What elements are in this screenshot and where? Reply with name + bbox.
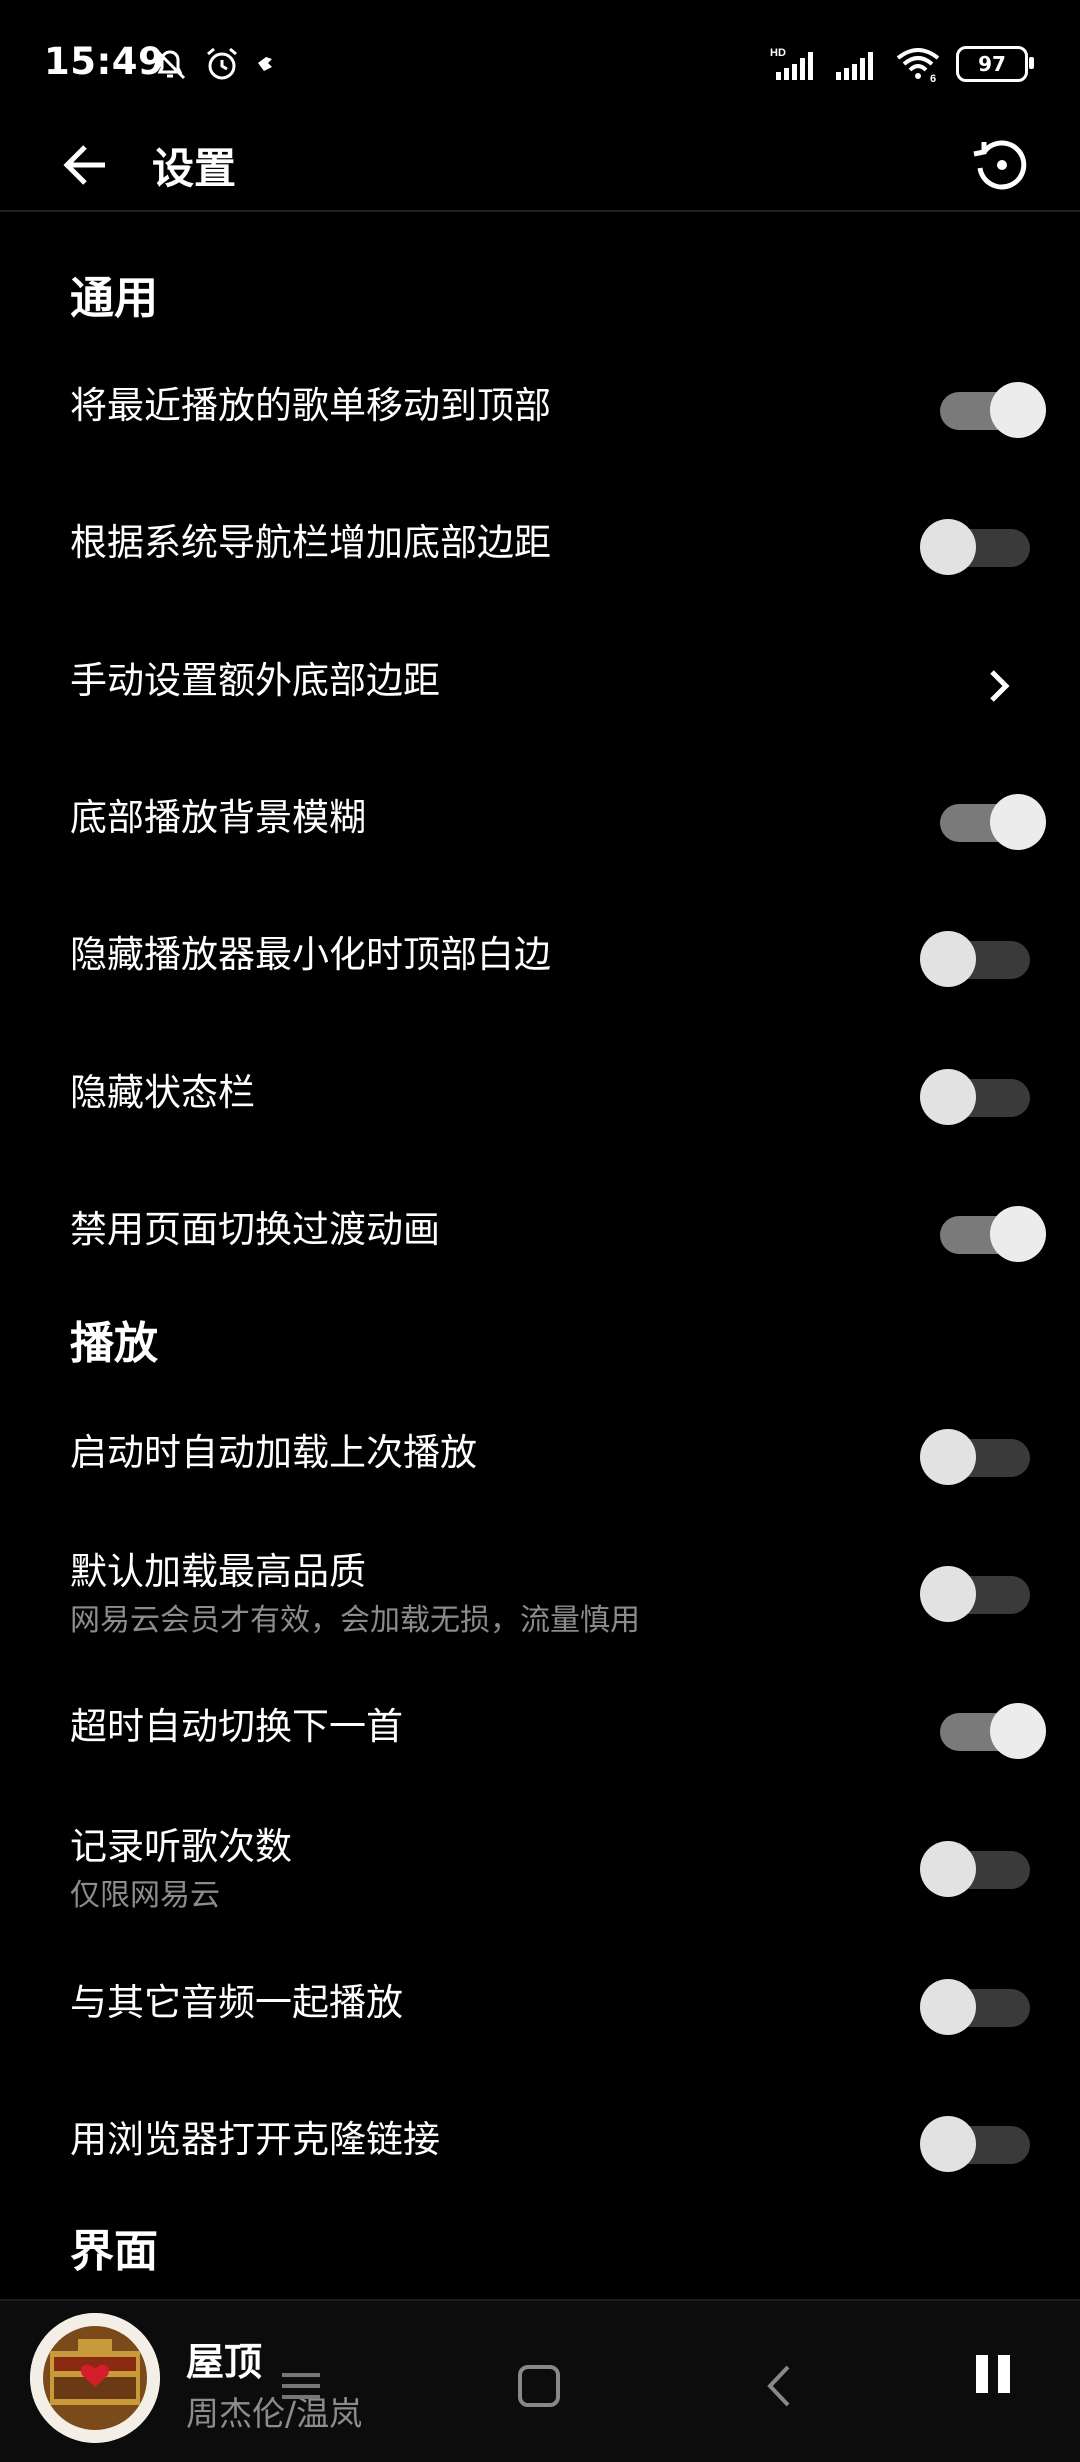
toggle-switch[interactable] [920, 2116, 1030, 2172]
setting-label: 超时自动切换下一首 [70, 1705, 403, 1748]
switch-thumb [920, 2116, 976, 2172]
switch-thumb [990, 794, 1046, 850]
toggle-switch[interactable] [940, 794, 1046, 850]
home-icon[interactable] [514, 2361, 564, 2411]
settings-list[interactable]: 通用 将最近播放的歌单移动到顶部 根据系统导航栏增加底部边距 手动设置额外底部边… [0, 212, 1080, 2299]
switch-thumb [990, 1703, 1046, 1759]
back-icon[interactable] [756, 2361, 806, 2411]
page-title: 设置 [152, 144, 237, 193]
toggle-switch[interactable] [920, 1069, 1030, 1125]
album-art-graphic [30, 2313, 160, 2443]
setting-sublabel: 仅限网易云 [70, 1878, 220, 1913]
section-title-general: 通用 [70, 273, 158, 324]
toggle-switch[interactable] [920, 1429, 1030, 1485]
toggle-switch[interactable] [920, 1979, 1030, 2035]
setting-row[interactable]: 记录听歌次数 仅限网易云 [0, 1794, 1080, 1934]
pause-button[interactable] [958, 2339, 1028, 2409]
toggle-switch[interactable] [920, 1841, 1030, 1897]
setting-sublabel: 网易云会员才有效，会加载无损，流量慎用 [70, 1603, 640, 1638]
setting-label: 隐藏播放器最小化时顶部白边 [70, 933, 551, 976]
toggle-switch[interactable] [940, 1703, 1046, 1759]
setting-row[interactable]: 隐藏状态栏 [0, 1022, 1080, 1142]
switch-thumb [920, 1069, 976, 1125]
mute-bell-icon [154, 48, 186, 80]
setting-row[interactable]: 将最近播放的歌单移动到顶部 [0, 335, 1080, 455]
battery-icon: 97 [956, 46, 1034, 82]
setting-row[interactable]: 用浏览器打开克隆链接 [0, 2069, 1080, 2189]
restore-button[interactable] [964, 128, 1038, 202]
setting-label: 将最近播放的歌单移动到顶部 [70, 384, 551, 427]
toggle-switch[interactable] [920, 519, 1030, 575]
setting-label: 记录听歌次数 [70, 1825, 292, 1868]
toggle-switch[interactable] [920, 931, 1030, 987]
status-icons-right: HD 6 97 [770, 44, 1034, 84]
switch-thumb [990, 1206, 1046, 1262]
pause-icon [976, 2355, 1010, 2393]
signal-icon [836, 52, 873, 80]
song-artist: 周杰伦/温岚 [186, 2394, 363, 2433]
switch-thumb [920, 931, 976, 987]
toggle-switch[interactable] [940, 1206, 1046, 1262]
setting-label: 底部播放背景模糊 [70, 796, 366, 839]
switch-thumb [990, 382, 1046, 438]
chevron-right-icon [990, 670, 1010, 702]
setting-row[interactable]: 隐藏播放器最小化时顶部白边 [0, 884, 1080, 1004]
setting-row[interactable]: 底部播放背景模糊 [0, 747, 1080, 867]
setting-label: 与其它音频一起播放 [70, 1981, 403, 2024]
setting-label: 禁用页面切换过渡动画 [70, 1208, 440, 1251]
app-bar: 设置 [0, 120, 1080, 210]
mini-player[interactable]: 屋顶 周杰伦/温岚 [0, 2299, 1080, 2462]
switch-thumb [920, 1429, 976, 1485]
setting-row[interactable]: 超时自动切换下一首 [0, 1656, 1080, 1776]
menu-icon[interactable] [276, 2361, 326, 2411]
album-art[interactable] [30, 2313, 160, 2443]
status-time: 15:49 [44, 40, 165, 83]
setting-label: 启动时自动加载上次播放 [70, 1431, 477, 1474]
setting-row[interactable]: 根据系统导航栏增加底部边距 [0, 472, 1080, 592]
svg-text:6: 6 [930, 73, 936, 84]
switch-thumb [920, 1841, 976, 1897]
setting-label: 隐藏状态栏 [70, 1071, 255, 1114]
setting-row[interactable]: 默认加载最高品质 网易云会员才有效，会加载无损，流量慎用 [0, 1519, 1080, 1659]
setting-label: 手动设置额外底部边距 [70, 659, 440, 702]
song-title: 屋顶 [186, 2340, 263, 2384]
status-icons-left [150, 44, 278, 84]
section-title-interface: 界面 [70, 2226, 158, 2277]
switch-thumb [920, 1979, 976, 2035]
setting-label: 用浏览器打开克隆链接 [70, 2118, 440, 2161]
signal-icon: HD [770, 47, 813, 80]
toggle-switch[interactable] [920, 1566, 1030, 1622]
switch-thumb [920, 519, 976, 575]
back-arrow-icon [63, 145, 105, 185]
setting-row[interactable]: 禁用页面切换过渡动画 [0, 1159, 1080, 1279]
toggle-switch[interactable] [940, 382, 1046, 438]
svg-text:HD: HD [770, 47, 786, 59]
alarm-icon [207, 47, 237, 80]
setting-label: 根据系统导航栏增加底部边距 [70, 521, 551, 564]
setting-label: 默认加载最高品质 [70, 1550, 366, 1593]
switch-thumb [920, 1566, 976, 1622]
setting-row[interactable]: 启动时自动加载上次播放 [0, 1382, 1080, 1502]
setting-row[interactable]: 手动设置额外底部边距 [0, 610, 1080, 730]
status-bar: 15:49 HD 6 97 [0, 0, 1080, 120]
restore-icon [973, 140, 1027, 190]
section-title-playback: 播放 [70, 1318, 158, 1369]
battery-level: 97 [978, 52, 1006, 76]
bird-icon [258, 57, 272, 71]
back-button[interactable] [50, 130, 120, 200]
setting-row[interactable]: 与其它音频一起播放 [0, 1932, 1080, 2052]
wifi-icon: 6 [896, 48, 940, 84]
